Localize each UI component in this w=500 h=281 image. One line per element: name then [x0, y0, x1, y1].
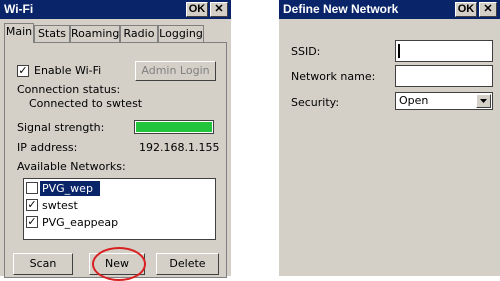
network-name-input[interactable] [395, 65, 493, 87]
list-item[interactable]: PVG_wep [25, 181, 214, 196]
connection-status-label: Connection status: [17, 83, 121, 96]
security-value: Open [399, 94, 429, 107]
security-label: Security: [291, 96, 340, 109]
networks-listbox[interactable]: PVG_wep ✓ swtest ✓ PVG_eappeap [23, 178, 216, 240]
network-name: PVG_wep [42, 182, 93, 195]
enable-wifi-label: Enable Wi-Fi [34, 64, 102, 77]
signal-strength-meter [134, 120, 214, 134]
scan-button[interactable]: Scan [13, 253, 73, 275]
security-select[interactable]: Open [395, 92, 493, 110]
available-networks-label: Available Networks: [17, 160, 126, 173]
signal-strength-fill [136, 122, 212, 132]
network-name: PVG_eappeap [42, 216, 119, 229]
admin-login-button[interactable]: Admin Login [135, 61, 216, 81]
tab-radio[interactable]: Radio [120, 25, 158, 42]
wifi-window: Wi-Fi OK ✕ Main Stats Roaming Radio Logg… [0, 0, 231, 281]
ssid-label: SSID: [291, 45, 321, 58]
main-tab-panel: ✓ Enable Wi-Fi Admin Login Connection st… [4, 42, 227, 281]
ip-address-label: IP address: [17, 141, 78, 154]
tab-logging[interactable]: Logging [158, 25, 204, 42]
ip-address-value: 192.168.1.155 [139, 141, 220, 154]
network-name-label: Network name: [291, 70, 376, 83]
list-item[interactable]: ✓ PVG_eappeap [25, 215, 214, 230]
enable-wifi-checkbox[interactable]: ✓ [17, 65, 29, 77]
wifi-title: Wi-Fi [4, 2, 34, 16]
tab-main[interactable]: Main [4, 23, 34, 43]
text-cursor [398, 44, 400, 58]
define-network-title: Define New Network [283, 2, 399, 16]
define-network-window: Define New Network OK ✕ SSID: Network na… [279, 0, 500, 276]
network-checkbox[interactable]: ✓ [26, 199, 38, 211]
signal-strength-label: Signal strength: [17, 121, 105, 134]
close-button[interactable]: ✕ [479, 2, 497, 17]
tab-roaming[interactable]: Roaming [70, 25, 120, 42]
list-item[interactable]: ✓ swtest [25, 198, 214, 213]
tab-stats[interactable]: Stats [34, 25, 70, 42]
network-checkbox[interactable]: ✓ [26, 216, 38, 228]
delete-button[interactable]: Delete [156, 253, 219, 275]
ok-button[interactable]: OK [186, 2, 208, 17]
chevron-down-icon [480, 99, 487, 103]
network-checkbox[interactable] [26, 182, 38, 194]
ok-button[interactable]: OK [455, 2, 477, 17]
close-button[interactable]: ✕ [210, 2, 228, 17]
dropdown-button[interactable] [476, 94, 491, 108]
connection-status-value: Connected to swtest [29, 97, 143, 110]
ssid-input[interactable] [395, 40, 493, 62]
network-name: swtest [42, 199, 78, 212]
